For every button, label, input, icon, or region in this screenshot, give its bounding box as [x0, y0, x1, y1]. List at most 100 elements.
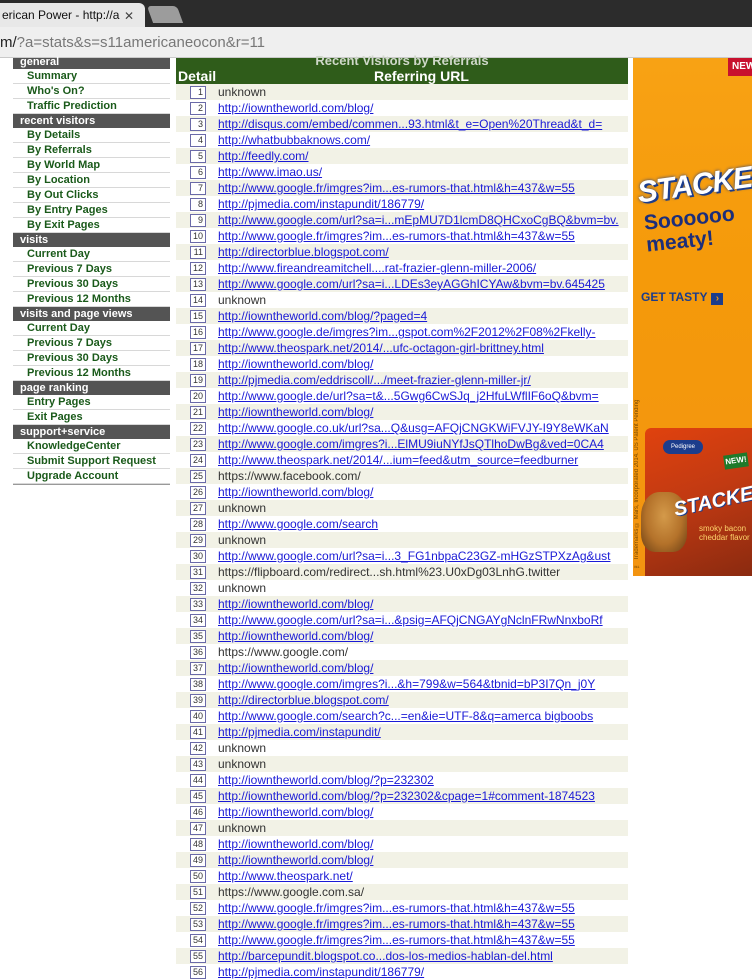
- sidebar-item-by-out-clicks[interactable]: By Out Clicks: [13, 188, 170, 203]
- sidebar-item-knowledgecenter[interactable]: KnowledgeCenter: [13, 439, 170, 454]
- detail-button[interactable]: 36: [190, 646, 206, 659]
- detail-button[interactable]: 21: [190, 406, 206, 419]
- detail-button[interactable]: 54: [190, 934, 206, 947]
- detail-button[interactable]: 52: [190, 902, 206, 915]
- detail-button[interactable]: 37: [190, 662, 206, 675]
- referrer-link[interactable]: http://www.google.com/imgres?i...ElMU9iu…: [218, 437, 604, 451]
- detail-button[interactable]: 47: [190, 822, 206, 835]
- referrer-link[interactable]: http://iowntheworld.com/blog/: [218, 837, 373, 851]
- detail-button[interactable]: 40: [190, 710, 206, 723]
- detail-button[interactable]: 26: [190, 486, 206, 499]
- referrer-link[interactable]: http://www.google.de/url?sa=t&...5Gwg6Cw…: [218, 389, 599, 403]
- advertisement[interactable]: NEW STACKERZ Soooooo meaty! GET TASTY › ™…: [633, 58, 752, 576]
- referrer-link[interactable]: http://www.theospark.net/2014/...ium=fee…: [218, 453, 578, 467]
- referrer-link[interactable]: http://feedly.com/: [218, 149, 309, 163]
- referrer-link[interactable]: http://iowntheworld.com/blog/: [218, 661, 373, 675]
- sidebar-item-by-details[interactable]: By Details: [13, 128, 170, 143]
- referrer-link[interactable]: http://directorblue.blogspot.com/: [218, 245, 389, 259]
- referrer-link[interactable]: http://iowntheworld.com/blog/: [218, 805, 373, 819]
- sidebar-item-current-day[interactable]: Current Day: [13, 247, 170, 262]
- sidebar-item-current-day[interactable]: Current Day: [13, 321, 170, 336]
- sidebar-item-previous-12-months[interactable]: Previous 12 Months: [13, 366, 170, 381]
- detail-button[interactable]: 39: [190, 694, 206, 707]
- detail-button[interactable]: 29: [190, 534, 206, 547]
- referrer-link[interactable]: http://pjmedia.com/instapundit/186779/: [218, 965, 424, 979]
- detail-button[interactable]: 41: [190, 726, 206, 739]
- referrer-link[interactable]: http://iowntheworld.com/blog/?p=232302&c…: [218, 789, 595, 803]
- url-text[interactable]: m/?a=stats&s=s11americaneocon&r=11: [0, 34, 265, 51]
- browser-tab[interactable]: erican Power - http://a ✕: [0, 3, 145, 27]
- referrer-link[interactable]: http://www.google.co.uk/url?sa...Q&usg=A…: [218, 421, 609, 435]
- sidebar-item-submit-support-request[interactable]: Submit Support Request: [13, 454, 170, 469]
- detail-button[interactable]: 42: [190, 742, 206, 755]
- detail-button[interactable]: 19: [190, 374, 206, 387]
- detail-button[interactable]: 11: [190, 246, 206, 259]
- detail-button[interactable]: 56: [190, 966, 206, 979]
- detail-button[interactable]: 46: [190, 806, 206, 819]
- detail-button[interactable]: 8: [190, 198, 206, 211]
- sidebar-item-previous-30-days[interactable]: Previous 30 Days: [13, 277, 170, 292]
- referrer-link[interactable]: http://www.google.com/url?sa=i...LDEs3ey…: [218, 277, 605, 291]
- referrer-link[interactable]: http://www.theospark.net/2014/...ufc-oct…: [218, 341, 544, 355]
- referrer-link[interactable]: http://www.google.com/search: [218, 517, 378, 531]
- detail-button[interactable]: 5: [190, 150, 206, 163]
- referrer-link[interactable]: http://www.google.com/url?sa=i...3_FG1nb…: [218, 549, 611, 563]
- detail-button[interactable]: 18: [190, 358, 206, 371]
- detail-button[interactable]: 20: [190, 390, 206, 403]
- detail-button[interactable]: 3: [190, 118, 206, 131]
- sidebar-item-by-referrals[interactable]: By Referrals: [13, 143, 170, 158]
- sidebar-item-by-entry-pages[interactable]: By Entry Pages: [13, 203, 170, 218]
- detail-button[interactable]: 51: [190, 886, 206, 899]
- detail-button[interactable]: 35: [190, 630, 206, 643]
- detail-button[interactable]: 33: [190, 598, 206, 611]
- sidebar-item-previous-12-months[interactable]: Previous 12 Months: [13, 292, 170, 307]
- referrer-link[interactable]: http://barcepundit.blogspot.co...dos-los…: [218, 949, 553, 963]
- detail-button[interactable]: 10: [190, 230, 206, 243]
- sidebar-item-upgrade-account[interactable]: Upgrade Account: [13, 469, 170, 484]
- detail-button[interactable]: 12: [190, 262, 206, 275]
- close-icon[interactable]: ✕: [124, 9, 134, 23]
- sidebar-item-previous-7-days[interactable]: Previous 7 Days: [13, 336, 170, 351]
- detail-button[interactable]: 6: [190, 166, 206, 179]
- sidebar-item-by-location[interactable]: By Location: [13, 173, 170, 188]
- referrer-link[interactable]: http://iowntheworld.com/blog/: [218, 405, 373, 419]
- detail-button[interactable]: 31: [190, 566, 206, 579]
- detail-button[interactable]: 45: [190, 790, 206, 803]
- detail-button[interactable]: 44: [190, 774, 206, 787]
- detail-button[interactable]: 55: [190, 950, 206, 963]
- detail-button[interactable]: 22: [190, 422, 206, 435]
- referrer-link[interactable]: http://www.google.com/imgres?i...&h=799&…: [218, 677, 595, 691]
- detail-button[interactable]: 1: [190, 86, 206, 99]
- referrer-link[interactable]: http://pjmedia.com/instapundit/186779/: [218, 197, 424, 211]
- sidebar-item-traffic-prediction[interactable]: Traffic Prediction: [13, 99, 170, 114]
- detail-button[interactable]: 30: [190, 550, 206, 563]
- detail-button[interactable]: 27: [190, 502, 206, 515]
- detail-button[interactable]: 34: [190, 614, 206, 627]
- referrer-link[interactable]: http://www.google.fr/imgres?im...es-rumo…: [218, 181, 575, 195]
- referrer-link[interactable]: http://pjmedia.com/instapundit/: [218, 725, 381, 739]
- referrer-link[interactable]: http://www.google.de/imgres?im...gspot.c…: [218, 325, 596, 339]
- sidebar-item-exit-pages[interactable]: Exit Pages: [13, 410, 170, 425]
- detail-button[interactable]: 50: [190, 870, 206, 883]
- detail-button[interactable]: 7: [190, 182, 206, 195]
- referrer-link[interactable]: http://www.fireandreamitchell....rat-fra…: [218, 261, 536, 275]
- sidebar-item-summary[interactable]: Summary: [13, 69, 170, 84]
- detail-button[interactable]: 14: [190, 294, 206, 307]
- referrer-link[interactable]: http://iowntheworld.com/blog/: [218, 101, 373, 115]
- detail-button[interactable]: 13: [190, 278, 206, 291]
- detail-button[interactable]: 53: [190, 918, 206, 931]
- referrer-link[interactable]: http://iowntheworld.com/blog/: [218, 853, 373, 867]
- sidebar-item-by-exit-pages[interactable]: By Exit Pages: [13, 218, 170, 233]
- referrer-link[interactable]: http://pjmedia.com/eddriscoll/.../meet-f…: [218, 373, 531, 387]
- sidebar-item-who-s-on[interactable]: Who's On?: [13, 84, 170, 99]
- referrer-link[interactable]: http://iowntheworld.com/blog/?p=232302: [218, 773, 434, 787]
- detail-button[interactable]: 2: [190, 102, 206, 115]
- detail-button[interactable]: 24: [190, 454, 206, 467]
- referrer-link[interactable]: http://www.google.fr/imgres?im...es-rumo…: [218, 917, 575, 931]
- detail-button[interactable]: 32: [190, 582, 206, 595]
- sidebar-item-previous-30-days[interactable]: Previous 30 Days: [13, 351, 170, 366]
- referrer-link[interactable]: http://www.google.fr/imgres?im...es-rumo…: [218, 933, 575, 947]
- detail-button[interactable]: 25: [190, 470, 206, 483]
- detail-button[interactable]: 9: [190, 214, 206, 227]
- detail-button[interactable]: 43: [190, 758, 206, 771]
